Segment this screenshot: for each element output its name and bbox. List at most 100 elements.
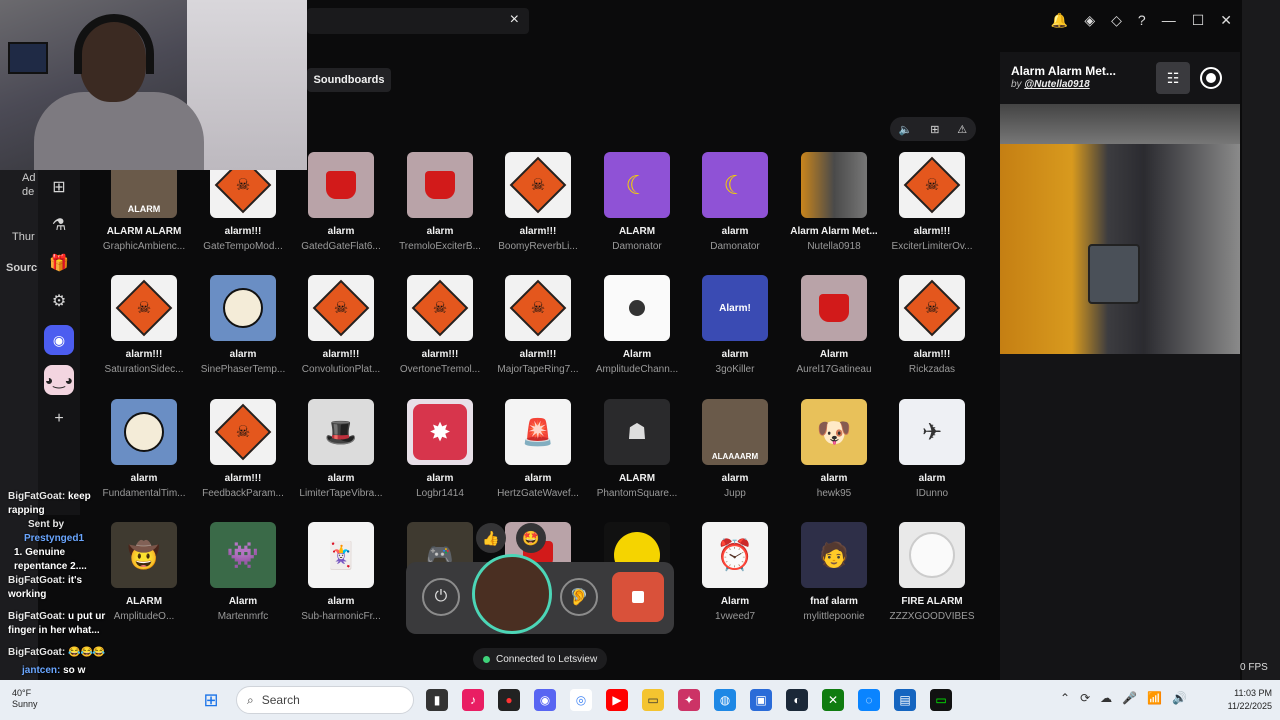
person-image[interactable]: 🧑 (801, 522, 867, 588)
security-camera-image[interactable] (604, 275, 670, 341)
sync-icon[interactable]: ⟳ (1080, 691, 1090, 705)
settings-sliders-icon[interactable]: ☷ (1156, 62, 1190, 94)
user-avatar[interactable] (472, 554, 552, 634)
sound-tile[interactable]: FIRE ALARM ZZZXGOODVIBES (883, 522, 981, 622)
sound-tile[interactable]: alarm SinePhaserTemp... (194, 275, 292, 375)
anime-avatar[interactable]: ◕‿◕ (44, 365, 74, 395)
person-shouting-image[interactable]: ALAAAARM (702, 399, 768, 465)
purple-character-image[interactable]: ☾ (702, 152, 768, 218)
weather-widget[interactable]: 40°F Sunny (12, 688, 38, 710)
sound-tile[interactable]: ⏰ Alarm 1vweed7 (686, 522, 784, 622)
sound-tile[interactable]: 👾 Alarm Martenmrfc (194, 522, 292, 622)
sound-tile[interactable]: ☠ alarm!!! ExciterLimiterOv... (883, 152, 981, 252)
sound-tile[interactable]: ✈ alarm IDunno (883, 399, 981, 499)
add-grid-icon[interactable]: ⊞ (45, 173, 73, 201)
author-link[interactable]: @Nutella0918 (1024, 79, 1089, 90)
alarm-touch-image[interactable]: Alarm! (702, 275, 768, 341)
tab-soundboards[interactable]: Soundboards (307, 68, 391, 92)
sound-tile[interactable]: ✸ alarm Logbr1414 (391, 399, 489, 499)
volume-icon[interactable]: 🔈 (899, 123, 913, 136)
danger-sign-image[interactable]: ☠ (210, 399, 276, 465)
xbox-icon[interactable]: ✕ (822, 689, 844, 711)
app2-icon[interactable]: ▤ (894, 689, 916, 711)
sound-tile[interactable]: Alarm! alarm 3goKiller (686, 275, 784, 375)
danger-sign-image[interactable]: ☠ (505, 275, 571, 341)
browser-icon[interactable]: ◌ (858, 689, 880, 711)
sound-tile[interactable]: 🃏 alarm Sub-harmonicFr... (292, 522, 390, 622)
danger-sign-image[interactable]: ☠ (899, 275, 965, 341)
cloud-icon[interactable]: ☁ (1100, 691, 1112, 705)
sound-tile[interactable]: ☾ alarm Damonator (686, 152, 784, 252)
danger-sign-image[interactable]: ☠ (407, 275, 473, 341)
tag-icon[interactable]: ◇ (1111, 12, 1122, 29)
sound-tile[interactable]: ☗ ALARM PhantomSquare... (588, 399, 686, 499)
windows-start-icon[interactable]: ⊞ (200, 689, 222, 711)
sound-tile[interactable]: ☠ alarm!!! BoomyReverbLi... (489, 152, 587, 252)
app-avatar[interactable]: ◉ (44, 325, 74, 355)
sound-tile[interactable]: Alarm Aurel17Gatineau (785, 275, 883, 375)
taskbar-search[interactable]: ⌕ Search (236, 686, 414, 714)
video-preview[interactable] (1000, 104, 1240, 354)
youtube-icon[interactable]: ▶ (606, 689, 628, 711)
record-button[interactable] (1200, 67, 1222, 89)
gift-icon[interactable]: 🎁 (45, 249, 73, 277)
reaction-star-eyes[interactable]: 🤩 (516, 523, 546, 553)
wifi-icon[interactable]: 📶 (1147, 691, 1162, 705)
power-icon[interactable]: ⏻ (422, 578, 460, 616)
sound-tile[interactable]: ☠ alarm!!! SaturationSidec... (95, 275, 193, 375)
window-close-icon[interactable]: ✕ (1220, 12, 1232, 29)
red-button-image[interactable] (801, 275, 867, 341)
bell-icon[interactable]: 🔔 (1051, 12, 1068, 29)
green-character-image[interactable]: 👾 (210, 522, 276, 588)
file-app-icon[interactable]: ▮ (426, 689, 448, 711)
mic-icon[interactable]: 🎤 (1122, 691, 1137, 705)
alarm-clock-image[interactable]: ⏰ (702, 522, 768, 588)
sound-tile[interactable]: ALAAAARM alarm Jupp (686, 399, 784, 499)
help-icon[interactable]: ? (1138, 12, 1146, 29)
purple-character-image[interactable]: ☾ (604, 152, 670, 218)
red-button-image[interactable] (308, 152, 374, 218)
sound-tile[interactable]: alarm TremoloExciterB... (391, 152, 489, 252)
sound-tile[interactable]: ☠ alarm!!! FeedbackParam... (194, 399, 292, 499)
joker-face-image[interactable]: 🃏 (308, 522, 374, 588)
sound-tile[interactable]: ☠ alarm!!! Rickzadas (883, 275, 981, 375)
copilot-icon[interactable]: ✦ (678, 689, 700, 711)
sound-tile[interactable]: ☠ alarm!!! ConvolutionPlat... (292, 275, 390, 375)
cowboy-image[interactable]: 🤠 (111, 522, 177, 588)
terminal-icon[interactable]: ▭ (930, 689, 952, 711)
smoke-detector-image[interactable] (899, 522, 965, 588)
add-square-icon[interactable]: ⊞ (930, 123, 939, 136)
sound-tile[interactable]: 🎩 alarm LimiterTapeVibra... (292, 399, 390, 499)
danger-sign-image[interactable]: ☠ (111, 275, 177, 341)
sound-tile[interactable]: 🚨 alarm HertzGateWavef... (489, 399, 587, 499)
app-icon[interactable]: ● (498, 689, 520, 711)
stop-button[interactable] (612, 572, 664, 622)
discord-taskbar-icon[interactable]: ◉ (534, 689, 556, 711)
sound-tile[interactable]: ☾ ALARM Damonator (588, 152, 686, 252)
gear-icon[interactable]: ⚙ (45, 287, 73, 315)
danger-sign-image[interactable]: ☠ (308, 275, 374, 341)
airplane-image[interactable]: ✈ (899, 399, 965, 465)
close-icon[interactable]: × (510, 11, 519, 29)
cartoon-face-image[interactable] (210, 275, 276, 341)
chrome-icon[interactable]: ◎ (570, 689, 592, 711)
edge-icon[interactable]: ◍ (714, 689, 736, 711)
warning-icon[interactable]: ⚠ (957, 123, 967, 136)
chevron-up-icon[interactable]: ⌃ (1060, 691, 1070, 705)
search-field[interactable]: × (307, 8, 529, 34)
clock[interactable]: 11:03 PM 11/22/2025 (1214, 687, 1272, 713)
folder-icon[interactable]: ▭ (642, 689, 664, 711)
store-icon[interactable]: ▣ (750, 689, 772, 711)
cartoon-face-image[interactable] (111, 399, 177, 465)
discord-icon[interactable]: ◈ (1084, 12, 1095, 29)
steam-icon[interactable]: ◐ (786, 689, 808, 711)
ear-icon[interactable]: 🦻 (560, 578, 598, 616)
sound-tile[interactable]: ☠ alarm!!! MajorTapeRing7... (489, 275, 587, 375)
red-button-image[interactable] (407, 152, 473, 218)
speaker-icon[interactable]: 🔊 (1172, 691, 1187, 705)
reaction-thumbs[interactable]: 👍 (476, 523, 506, 553)
sound-tile[interactable]: Alarm AmplitudeChann... (588, 275, 686, 375)
star-box-image[interactable]: ✸ (407, 399, 473, 465)
sound-tile[interactable]: ☠ alarm!!! OvertoneTremol... (391, 275, 489, 375)
flask-icon[interactable]: ⚗ (45, 211, 73, 239)
